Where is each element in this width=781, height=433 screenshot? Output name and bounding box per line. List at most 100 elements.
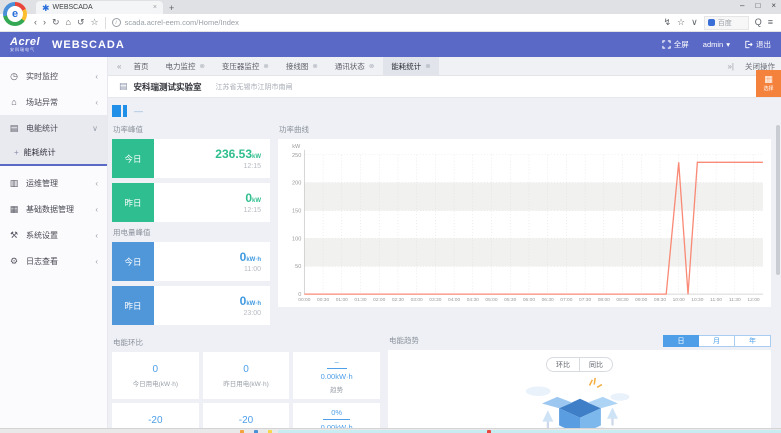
svg-text:200: 200 [292, 181, 301, 187]
sidebar-subitem-energy-consumption[interactable]: + 能耗统计 [0, 141, 107, 164]
app-header: Acrel 安科瑞电气 WEBSCADA 全屏 admin ▾ 退出 [0, 32, 781, 57]
chevron-left-icon: ‹ [95, 257, 98, 266]
sidebar-item-log-viewer[interactable]: ⚙ 日志查看 ‹ [0, 248, 107, 274]
compare-mode-toggle: 环比 同比 [546, 357, 613, 372]
history-icon[interactable]: ↺ [77, 18, 85, 27]
power-peak-title: 功率峰值 [113, 124, 270, 135]
chevron-down-icon[interactable]: ∨ [691, 18, 698, 27]
minimize-button[interactable]: – [740, 1, 744, 10]
tab-close-icon[interactable]: ⊗ [199, 62, 204, 70]
chevron-left-icon: ‹ [95, 72, 98, 81]
svg-text:01:00: 01:00 [336, 297, 348, 303]
fullscreen-button[interactable]: 全屏 [662, 39, 689, 50]
bookmark-star-icon[interactable]: ☆ [91, 18, 99, 27]
refresh-icon[interactable]: ↻ [52, 18, 60, 27]
tab-home[interactable]: 首页 [125, 57, 156, 75]
svg-text:03:30: 03:30 [429, 297, 441, 303]
energy-compare-grid: 0 今日用电(kW·h) 0 昨日用电(kW·h) – 0.00kW·h 趋势 [112, 352, 380, 428]
tab-close-icon[interactable]: × [153, 4, 157, 11]
power-curve-chart[interactable]: 05010015020025000:0000:3001:0001:3002:00… [278, 139, 771, 307]
scrollbar[interactable] [776, 125, 780, 275]
blue-block-small-icon[interactable] [123, 105, 127, 117]
browser-tab-title: WEBSCADA [53, 4, 93, 11]
compare-card-yesterday: 0 昨日用电(kW·h) [203, 352, 290, 399]
tabs-scroll-right-icon[interactable]: »| [724, 62, 737, 71]
sidebar-item-label: 日志查看 [26, 256, 88, 267]
browser-toolbar: ‹ › ↻ ⌂ ↺ ☆ i scada.acrel-eem.com/Home/I… [0, 14, 781, 32]
tab-close-icon[interactable]: ⊗ [425, 62, 430, 70]
tab-transformer-monitor[interactable]: 变压器监控⊗ [214, 57, 277, 75]
svg-text:04:30: 04:30 [467, 297, 479, 303]
baidu-logo-icon [708, 19, 715, 26]
favorite-star-icon[interactable]: ☆ [677, 18, 685, 27]
blue-block-icon[interactable] [112, 105, 121, 117]
tabs-scroll-left-icon[interactable]: « [114, 62, 124, 71]
year-compare-option[interactable]: 同比 [580, 358, 612, 371]
home-icon[interactable]: ⌂ [66, 18, 71, 27]
tab-close-icon[interactable]: ⊗ [369, 62, 374, 70]
page-search-icon[interactable]: Q [755, 18, 762, 27]
period-year-button[interactable]: 年 [735, 335, 771, 347]
collapse-dash[interactable]: — [134, 106, 143, 116]
today-tag: 今日 [112, 242, 154, 281]
energy-peak-yesterday-value: 0kW·h [240, 295, 261, 307]
plus-bullet-icon: + [14, 148, 19, 157]
svg-text:03:00: 03:00 [411, 297, 423, 303]
today-tag: 今日 [112, 139, 154, 178]
dashboard-content: — 功率峰值 今日 236.53kW 12:15 昨日 [108, 98, 781, 428]
tab-close-icon[interactable]: ⊗ [312, 62, 317, 70]
tab-close-icon[interactable]: ⊗ [263, 62, 268, 70]
svg-text:02:00: 02:00 [373, 297, 385, 303]
grid-icon: ▦ [764, 75, 773, 84]
sidebar-item-basic-data-management[interactable]: ▦ 基础数据管理 ‹ [0, 196, 107, 222]
forward-icon[interactable]: › [43, 18, 46, 27]
svg-text:150: 150 [292, 209, 301, 215]
tab-power-monitor[interactable]: 电力监控⊗ [157, 57, 212, 75]
toolbar-right: ↯ ☆ ∨ 百度 Q ≡ [664, 16, 774, 30]
address-bar[interactable]: i scada.acrel-eem.com/Home/Index [105, 17, 658, 29]
energy-trend-title: 电能趋势 [389, 335, 419, 346]
tab-wiring-diagram[interactable]: 接线图⊗ [278, 57, 326, 75]
search-engine-box[interactable]: 百度 [704, 16, 749, 30]
tab-comm-status[interactable]: 通讯状态⊗ [327, 57, 382, 75]
browser-tab[interactable]: ✱ WEBSCADA × [36, 1, 163, 14]
back-icon[interactable]: ‹ [34, 18, 37, 27]
logo-subtext: 安科瑞电气 [10, 48, 40, 52]
sidebar-item-label: 系统设置 [26, 230, 88, 241]
sidebar-item-realtime-monitor[interactable]: ◷ 实时监控 ‹ [0, 63, 107, 89]
browser-menu-icon[interactable]: ≡ [768, 18, 773, 27]
close-button[interactable]: × [771, 1, 776, 10]
energy-compare-title: 电能环比 [113, 337, 380, 348]
sidebar-item-system-settings[interactable]: ⚒ 系统设置 ‹ [0, 222, 107, 248]
period-month-button[interactable]: 月 [699, 335, 735, 347]
user-menu[interactable]: admin ▾ [703, 40, 730, 49]
compare-card-day-trend: – 0.00kW·h 趋势 [293, 352, 380, 399]
period-day-button[interactable]: 日 [663, 335, 699, 347]
svg-text:08:00: 08:00 [598, 297, 610, 303]
power-peak-yesterday-time: 12:15 [243, 207, 261, 214]
tab-energy-statistics[interactable]: 能耗统计⊗ [383, 57, 438, 75]
maximize-button[interactable]: □ [755, 1, 760, 10]
ring-compare-option[interactable]: 环比 [547, 358, 580, 371]
sidebar-item-operation-management[interactable]: ▥ 运维管理 ‹ [0, 170, 107, 196]
svg-text:06:30: 06:30 [542, 297, 554, 303]
svg-text:09:00: 09:00 [635, 297, 647, 303]
site-info-icon[interactable]: i [112, 18, 121, 27]
os-taskbar[interactable] [0, 428, 781, 433]
sidebar-item-label: 场站异常 [26, 97, 88, 108]
sidebar-item-energy-statistics[interactable]: ▤ 电能统计 ∨ [0, 115, 107, 141]
svg-text:00:30: 00:30 [317, 297, 329, 303]
product-name: WEBSCADA [52, 39, 125, 51]
sidebar-item-label: 运维管理 [26, 178, 88, 189]
chevron-left-icon: ‹ [95, 205, 98, 214]
sidebar-item-station-anomaly[interactable]: ⌂ 场站异常 ‹ [0, 89, 107, 115]
sidebar-group-energy-statistics: ▤ 电能统计 ∨ + 能耗统计 [0, 115, 107, 166]
energy-compare-section: 电能环比 0 今日用电(kW·h) 0 昨日用电(kW·h) – [112, 334, 380, 428]
tools-icon: ⚒ [9, 230, 19, 241]
page-tabbar: « 首页 电力监控⊗ 变压器监控⊗ 接线图⊗ 通讯状态⊗ 能耗统计⊗ »| 关闭… [108, 57, 781, 76]
svg-text:08:30: 08:30 [616, 297, 628, 303]
selector-float-button[interactable]: ▦ 选择 [756, 70, 781, 97]
logout-button[interactable]: 退出 [744, 39, 771, 50]
download-icon[interactable]: ↯ [664, 18, 672, 27]
new-tab-button[interactable]: + [169, 3, 174, 14]
